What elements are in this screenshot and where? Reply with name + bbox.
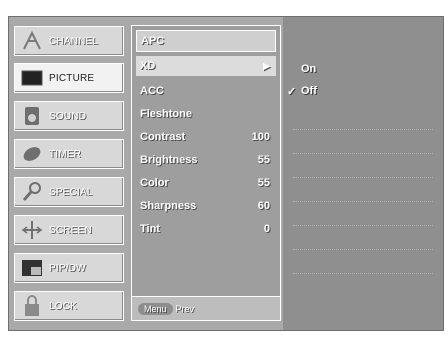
- category-label: SOUND: [49, 110, 87, 122]
- category-picture[interactable]: PICTURE: [14, 63, 124, 93]
- menu-item-value: 60: [257, 200, 270, 212]
- screen-icon: [15, 215, 49, 245]
- category-label: CHANNEL: [49, 35, 99, 47]
- menu-item-contrast[interactable]: Contrast 100: [136, 127, 276, 147]
- divider: [293, 177, 433, 178]
- menu-item-value: 55: [257, 177, 270, 189]
- pip-icon: [15, 253, 49, 283]
- menu-item-label: Sharpness: [140, 200, 197, 212]
- menu-item-label: Brightness: [140, 154, 198, 166]
- antenna-icon: [15, 26, 49, 56]
- category-lock[interactable]: LOCK: [14, 291, 124, 321]
- menu-item-sharpness[interactable]: Sharpness 60: [136, 196, 276, 216]
- menu-item-label: Color: [140, 177, 169, 189]
- tv-osd-menu: CHANNEL PICTURE SOUND TIMER SPECIAL SCRE…: [8, 16, 444, 331]
- category-label: TIMER: [49, 148, 82, 160]
- menu-item-color[interactable]: Color 55: [136, 173, 276, 193]
- option-label: On: [301, 63, 317, 75]
- timer-icon: [15, 139, 49, 169]
- option-on[interactable]: On: [287, 59, 437, 79]
- option-off[interactable]: ✓ Off: [287, 81, 437, 101]
- category-screen[interactable]: SCREEN: [14, 215, 124, 245]
- menu-item-label: Tint: [140, 223, 160, 235]
- arrow-right-icon: ▶: [263, 60, 270, 71]
- menu-item-value: 55: [257, 154, 270, 166]
- category-label: LOCK: [49, 300, 78, 312]
- menu-item-label: ACC: [140, 85, 164, 97]
- prev-label: Prev: [175, 303, 195, 314]
- menu-item-fleshtone[interactable]: Fleshtone: [136, 104, 276, 124]
- divider: [293, 249, 433, 250]
- category-pipdw[interactable]: PIP/DW: [14, 253, 124, 283]
- category-sound[interactable]: SOUND: [14, 101, 124, 131]
- category-label: SCREEN: [49, 224, 92, 236]
- menu-item-apc[interactable]: APC: [136, 30, 276, 52]
- lock-icon: [15, 291, 49, 321]
- category-menu: CHANNEL PICTURE SOUND TIMER SPECIAL SCRE…: [9, 17, 129, 330]
- picture-icon: [15, 63, 49, 93]
- divider: [293, 225, 433, 226]
- xd-options-panel: On ✓ Off: [283, 17, 443, 330]
- menu-item-label: Fleshtone: [140, 108, 192, 120]
- menu-item-label: APC: [141, 35, 165, 47]
- divider: [293, 273, 433, 274]
- sound-icon: [15, 101, 49, 131]
- menu-item-tint[interactable]: Tint 0: [136, 219, 276, 239]
- category-label: SPECIAL: [49, 186, 93, 198]
- menu-item-xd[interactable]: XD ▶: [136, 56, 276, 76]
- option-label: Off: [301, 85, 317, 97]
- category-timer[interactable]: TIMER: [14, 139, 124, 169]
- checkmark-icon: ✓: [287, 85, 297, 98]
- menu-item-value: 0: [263, 223, 270, 235]
- menu-item-value: 100: [251, 131, 270, 143]
- category-channel[interactable]: CHANNEL: [14, 26, 124, 56]
- special-icon: [15, 177, 49, 207]
- nav-hint-bar: Menu Prev: [132, 296, 280, 320]
- menu-item-label: Contrast: [140, 131, 186, 143]
- menu-item-acc[interactable]: ACC: [136, 81, 276, 101]
- divider: [293, 201, 433, 202]
- menu-item-brightness[interactable]: Brightness 55: [136, 150, 276, 170]
- picture-settings-panel: APC XD ▶ ACC Fleshtone Contrast 100 Brig…: [131, 25, 281, 321]
- menu-button[interactable]: Menu: [138, 302, 173, 315]
- category-special[interactable]: SPECIAL: [14, 177, 124, 207]
- menu-item-label: XD: [140, 60, 156, 72]
- divider: [293, 153, 433, 154]
- divider: [293, 129, 433, 130]
- category-label: PIP/DW: [49, 262, 86, 274]
- category-label: PICTURE: [49, 72, 95, 84]
